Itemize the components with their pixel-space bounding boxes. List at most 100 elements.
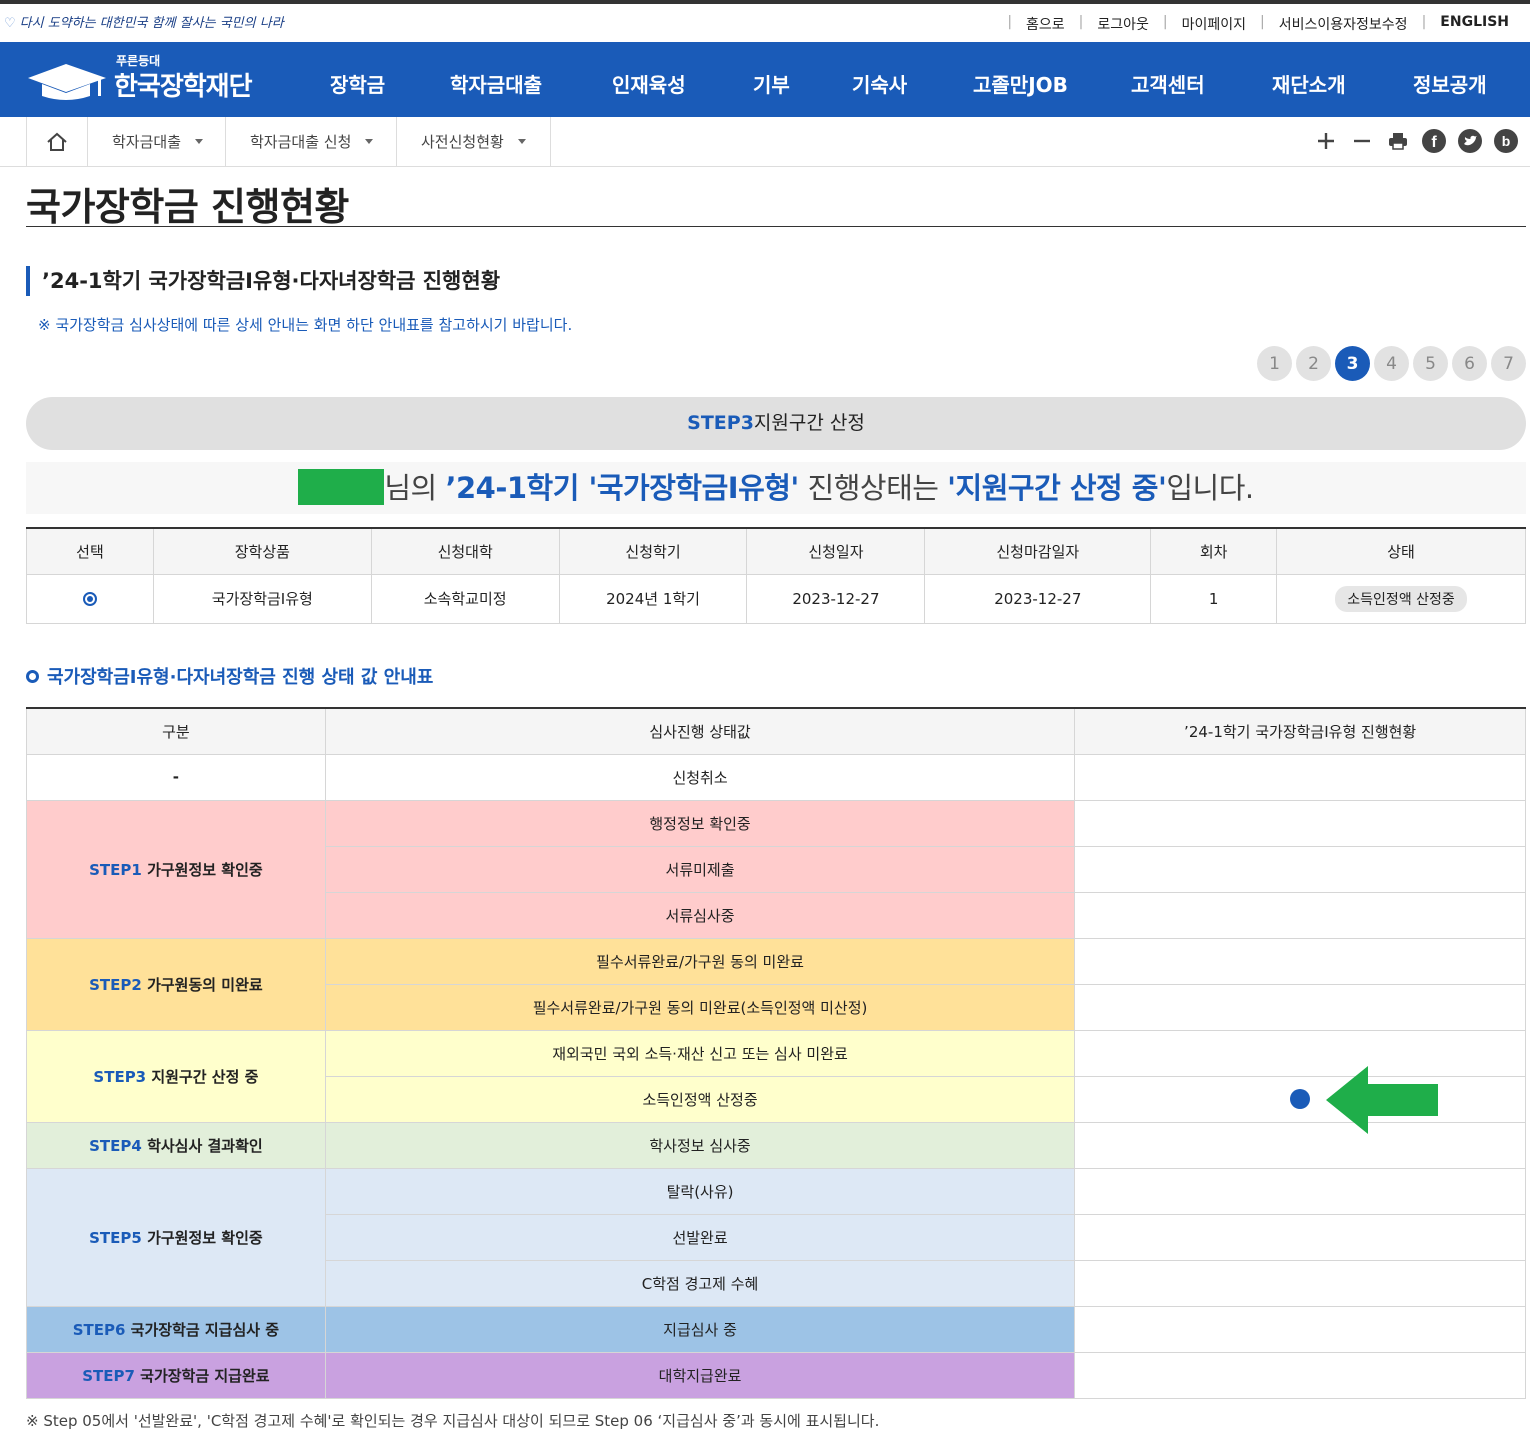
application-table: 선택 장학상품 신청대학 신청학기 신청일자 신청마감일자 회차 상태 국가장학… (26, 527, 1526, 624)
facebook-icon[interactable]: f (1422, 129, 1446, 153)
step-page-1[interactable]: 1 (1257, 346, 1292, 381)
zoom-out-icon[interactable] (1350, 129, 1374, 153)
slogan-text: 다시 도약하는 대한민국 함께 잘사는 국민의 나라 (19, 16, 284, 31)
nav-disclosure[interactable]: 정보공개 (1413, 69, 1487, 98)
current-status-dot (1290, 1089, 1311, 1109)
heart-icon: ♡ (4, 16, 16, 31)
col-status-value: 심사진행 상태값 (324, 707, 1076, 755)
col-category: 구분 (26, 707, 326, 755)
select-radio[interactable] (82, 592, 97, 606)
nav-about[interactable]: 재단소개 (1272, 69, 1346, 98)
logout-link[interactable]: 로그아웃 (1083, 14, 1163, 34)
home-icon (47, 132, 67, 151)
step-page-5[interactable]: 5 (1413, 346, 1448, 381)
current-step-banner: STEP3지원구간 산정 (26, 397, 1526, 450)
graduation-cap-icon (28, 64, 106, 100)
twitter-icon[interactable] (1458, 129, 1482, 153)
status-badge: 소득인정액 산정중 (1335, 585, 1467, 612)
step-page-3-current[interactable]: 3 (1335, 346, 1370, 381)
table-row: STEP3 지원구간 산정 중 재외국민 국외 소득·재산 신고 또는 심사 미… (26, 1029, 1526, 1123)
bullet-ring-icon (26, 669, 39, 683)
footnote: ※ Step 05에서 '선발완료', 'C학점 경고제 수혜'로 확인되는 경… (26, 1412, 880, 1430)
step-page-2[interactable]: 2 (1296, 346, 1331, 381)
english-link[interactable]: ENGLISH (1426, 14, 1512, 34)
step-pager: 1 2 3 4 5 6 7 (1257, 346, 1526, 381)
step2-cell: STEP2 가구원동의 미완료 (26, 937, 326, 1031)
table-row: STEP5 가구원정보 확인중 탈락(사유) (26, 1167, 1526, 1307)
breadcrumb-level3[interactable]: 사전신청현황 (397, 117, 551, 166)
page-title: 국가장학금 진행현황 (26, 185, 349, 229)
col-deadline: 신청마감일자 (924, 527, 1152, 575)
status-term: ’24-1학기 '국가장학금Ⅰ유형' (445, 471, 799, 505)
step-page-4[interactable]: 4 (1374, 346, 1409, 381)
table-row: STEP2 가구원동의 미완료 필수서류완료/가구원 동의 미완료 (26, 937, 1526, 1031)
user-info-edit-link[interactable]: 서비스이용자정보수정 (1265, 14, 1422, 34)
mypage-link[interactable]: 마이페이지 (1168, 14, 1260, 34)
current-status-cell (1074, 1075, 1526, 1123)
table-row: STEP7 국가장학금 지급완료 대학지급완료 (26, 1351, 1526, 1399)
nav-scholarship[interactable]: 장학금 (330, 69, 385, 98)
breadcrumb-level1[interactable]: 학자금대출 (88, 117, 226, 166)
cell-round: 1 (1150, 573, 1278, 624)
section-title: ’24-1학기 국가장학금Ⅰ유형·다자녀장학금 진행현황 (26, 266, 500, 296)
logo[interactable]: 푸른등대 한국장학재단 (26, 52, 276, 107)
table-row: STEP4 학사심사 결과확인 학사정보 심사중 (26, 1121, 1526, 1169)
nav-dormitory[interactable]: 기숙사 (852, 69, 907, 98)
nav-customer-center[interactable]: 고객센터 (1131, 69, 1205, 98)
step-page-6[interactable]: 6 (1452, 346, 1487, 381)
col-progress: ’24-1학기 국가장학금Ⅰ유형 진행현황 (1074, 707, 1526, 755)
dropdown-icon (365, 139, 374, 144)
dropdown-icon (517, 139, 526, 144)
table-row: 국가장학금Ⅰ유형 소속학교미정 2024년 1학기 2023-12-27 202… (26, 573, 1526, 624)
title-divider (26, 226, 1526, 227)
step5-cell: STEP5 가구원정보 확인중 (26, 1167, 326, 1307)
current-step-number: STEP3 (687, 412, 754, 434)
left-arrow-icon (1326, 1066, 1438, 1134)
home-link[interactable]: 홈으로 (1012, 14, 1079, 34)
name-redaction (298, 469, 385, 505)
step7-cell: STEP7 국가장학금 지급완료 (26, 1351, 326, 1399)
zoom-in-icon[interactable] (1314, 129, 1338, 153)
nav-talent[interactable]: 인재육성 (612, 69, 686, 98)
breadcrumb-home[interactable] (26, 117, 88, 166)
cell-deadline: 2023-12-27 (924, 573, 1152, 624)
step6-cell: STEP6 국가장학금 지급심사 중 (26, 1305, 326, 1353)
dropdown-icon (195, 139, 204, 144)
step-page-7[interactable]: 7 (1491, 346, 1526, 381)
col-term: 신청학기 (558, 527, 748, 575)
page-tools: f b (1314, 129, 1518, 153)
utility-bar: ♡ 다시 도약하는 대한민국 함께 잘사는 국민의 나라 | 홈으로 | 로그아웃… (0, 4, 1530, 42)
guide-title: 국가장학금Ⅰ유형·다자녀장학금 진행 상태 값 안내표 (26, 663, 433, 689)
breadcrumb-level2[interactable]: 학자금대출 신청 (226, 117, 397, 166)
cell-product: 국가장학금Ⅰ유형 (152, 573, 372, 624)
table-header-row: 선택 장학상품 신청대학 신청학기 신청일자 신청마감일자 회차 상태 (26, 527, 1526, 575)
nav-job[interactable]: 고졸만JOB (973, 69, 1068, 98)
col-university: 신청대학 (370, 527, 560, 575)
nav-student-loan[interactable]: 학자금대출 (450, 69, 542, 98)
col-apply-date: 신청일자 (746, 527, 926, 575)
notice-text: ※ 국가장학금 심사상태에 따른 상세 안내는 화면 하단 안내표를 참고하시기… (38, 316, 573, 334)
print-icon[interactable] (1386, 129, 1410, 153)
blog-icon[interactable]: b (1494, 129, 1518, 153)
logo-name: 한국장학재단 (114, 72, 253, 102)
svg-text:b: b (1502, 133, 1511, 149)
cell-university: 소속학교미정 (370, 573, 560, 624)
table-row: STEP6 국가장학금 지급심사 중 지급심사 중 (26, 1305, 1526, 1353)
status-guide-table: 구분 심사진행 상태값 ’24-1학기 국가장학금Ⅰ유형 진행현황 - 신청취소… (26, 707, 1526, 1399)
breadcrumb: 학자금대출 학자금대출 신청 사전신청현황 f b (0, 117, 1530, 167)
nav-donation[interactable]: 기부 (753, 69, 790, 98)
current-step-label: 지원구간 산정 (753, 412, 865, 434)
step1-cell: STEP1 가구원정보 확인중 (26, 799, 326, 939)
slogan: ♡ 다시 도약하는 대한민국 함께 잘사는 국민의 나라 (4, 12, 284, 31)
col-round: 회차 (1150, 527, 1278, 575)
cell-apply-date: 2023-12-27 (746, 573, 926, 624)
col-select: 선택 (26, 527, 154, 575)
utility-links: | 홈으로 | 로그아웃 | 마이페이지 | 서비스이용자정보수정 | ENGL… (1007, 14, 1512, 34)
main-nav: 푸른등대 한국장학재단 장학금 학자금대출 인재육성 기부 기숙사 고졸만JOB… (0, 42, 1530, 117)
step3-cell: STEP3 지원구간 산정 중 (26, 1029, 326, 1123)
col-status: 상태 (1276, 527, 1526, 575)
status-message: 님의 ’24-1학기 '국가장학금Ⅰ유형' 진행상태는 '지원구간 산정 중'입… (26, 462, 1526, 514)
status-state: '지원구간 산정 중' (947, 471, 1167, 505)
table-row: - 신청취소 (26, 753, 1526, 801)
svg-text:f: f (1431, 134, 1437, 151)
